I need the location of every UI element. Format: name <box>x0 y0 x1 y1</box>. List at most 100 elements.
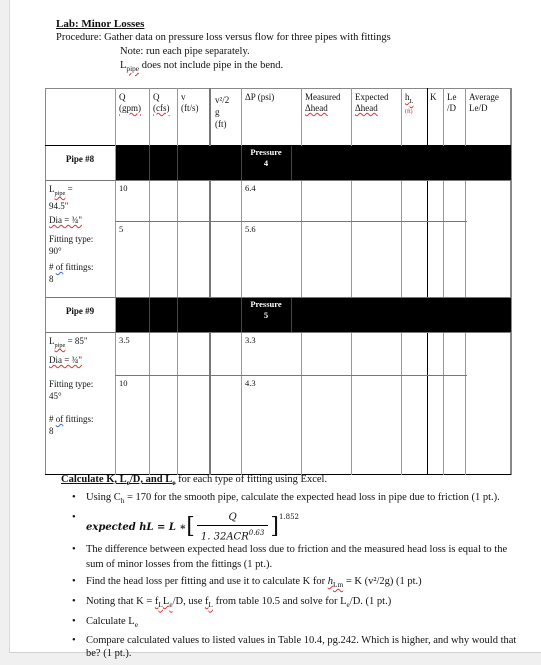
pipe8-row1-q-gpm: 10 <box>119 183 128 193</box>
pipe9-pressure: Pressure 5 <box>241 299 291 321</box>
b1-b: = 170 for the smooth pipe, calculate the… <box>124 492 500 503</box>
header-v2g-g: g <box>215 107 220 117</box>
bullet-le-d: Noting that K = fLLe/D, use fL from tabl… <box>72 594 526 612</box>
pipe8-row2-q-gpm: 5 <box>119 224 124 234</box>
formula-left: expected hL = L ∗ <box>86 521 187 533</box>
pipe9-row-divider <box>115 375 467 376</box>
header-expected-top: Expected <box>355 92 389 102</box>
bullet-difference: The difference between expected head los… <box>72 542 526 572</box>
header-v-symbol: v <box>181 92 186 102</box>
bullet-find-k: Find the head loss per fitting and use i… <box>72 574 526 592</box>
header-average-sub: Le/D <box>469 103 488 113</box>
b6-sub: e <box>134 620 138 630</box>
pipe9-fitting-value: 45° <box>49 391 62 401</box>
b1-a: Using C <box>86 492 121 503</box>
header-delta-p: ΔP (psi) <box>245 92 275 102</box>
b5-d: /D. (1 pt.) <box>349 596 392 608</box>
pipe8-band-bottom <box>45 180 511 181</box>
document-title: Lab: Minor Losses <box>56 18 145 30</box>
header-velocity-head: v²/2 g (ft) <box>215 94 229 130</box>
pipe8-pressure-label: Pressure <box>250 147 282 157</box>
note-pipe-length: Lpipe does not include pipe in the bend. <box>120 60 283 73</box>
pipe8-L-sub: pipe <box>54 189 66 197</box>
bullet-calculate-le: Calculate Le <box>72 614 526 632</box>
pipe9-length: Lpipe = 85" <box>49 335 88 352</box>
band-line <box>149 146 150 180</box>
header-d: /D <box>447 103 456 113</box>
header-measured-head: Measured Δhead <box>305 92 341 114</box>
pipe8-fitting-value: 90° <box>49 246 62 256</box>
note-run-separately: Note: run each pipe separately. <box>120 46 250 57</box>
pipe8-header-band <box>116 146 511 180</box>
header-q-cfs: Q (cfs) <box>153 92 170 114</box>
calc-heading: Calculate K, Le/D, and Le for each type … <box>61 474 327 487</box>
header-q-cfs-symbol: Q <box>153 92 160 102</box>
header-le-d: Le/D <box>447 92 457 114</box>
header-q-gpm: Q (gpm) <box>119 92 141 114</box>
header-velocity: v (ft/s) <box>181 92 199 114</box>
formula-fraction: Q 1. 32ACR0.63 <box>196 510 269 544</box>
pipe9-fitting-count: # of fittings: 8 <box>49 413 94 437</box>
pipe9-count-hash: # <box>49 414 56 424</box>
pipe9-dia-text: Dia = ¾" <box>49 355 82 365</box>
header-measured-bottom: Δhead <box>305 103 328 113</box>
pipe8-L-value: 94.5" <box>49 200 69 211</box>
header-expected-head: Expected Δhead <box>355 92 388 114</box>
calc-heading-underlined: Calculate K, Le/D, and Le <box>61 474 175 487</box>
header-v2g-unit: (ft) <box>215 119 227 129</box>
pipe8-count-label: fittings: <box>63 262 94 272</box>
formula-den-text: 1. 32ACR <box>200 531 249 543</box>
band-line <box>177 298 178 332</box>
pipe9-pressure-label: Pressure <box>250 299 282 309</box>
procedure-text: Procedure: Gather data on pressure loss … <box>56 32 391 43</box>
pipe8-count-hash: # <box>49 262 56 272</box>
b4-a: Find the head loss per fitting and use i… <box>86 576 328 588</box>
table-border-left <box>45 88 46 475</box>
bullet-expected-head-loss: Using Ch = 170 for the smooth pipe, calc… <box>72 490 526 508</box>
bracket-left: [ <box>186 514 195 540</box>
header-hl-sub: L <box>409 97 414 105</box>
pipe8-pressure: Pressure 4 <box>241 147 291 169</box>
pipe8-dia-text: Dia = ¾" <box>49 215 82 225</box>
band-line <box>177 146 178 180</box>
b5-b: /D, use <box>172 596 205 608</box>
band-line <box>149 298 150 332</box>
pipe9-fitting-label: Fitting type: <box>49 379 94 389</box>
pipe8-pressure-value: 4 <box>263 158 269 168</box>
band-line <box>291 146 292 180</box>
bracket-right: ] <box>270 514 279 540</box>
pipe9-pressure-value: 5 <box>263 310 269 320</box>
header-hl: hL (ft) <box>405 92 413 118</box>
note-sub: pipe <box>126 64 140 74</box>
pipe9-row1-q-gpm: 3.5 <box>119 335 130 345</box>
b4-sub: Lm <box>332 580 344 590</box>
pipe8-fitting-type: Fitting type: 90° <box>49 233 93 257</box>
pipe9-count-label: fittings: <box>63 414 94 424</box>
band-line <box>291 298 292 332</box>
header-q-gpm-unit: (gpm) <box>119 103 141 113</box>
header-q-cfs-unit: (cfs) <box>153 103 170 113</box>
pipe9-diameter: Dia = ¾" <box>49 354 82 366</box>
document-page: Lab: Minor Losses Procedure: Gather data… <box>9 0 541 659</box>
pipe9-band-bottom <box>45 332 511 333</box>
pipe8-label: Pipe #8 <box>65 154 95 164</box>
note-rest: does not include pipe in the bend. <box>139 60 284 71</box>
calc-heading-rest: for each type of fitting using Excel. <box>175 474 328 485</box>
header-average: Average <box>469 92 499 102</box>
pipe9-L-sub: pipe <box>54 341 66 349</box>
pipe9-row2-delta-p: 4.3 <box>245 378 256 388</box>
pipe8-length: Lpipe = 94.5" <box>49 183 73 212</box>
pipe9-row1-delta-p: 3.3 <box>245 335 256 345</box>
formula-exponent: 1.852 <box>278 513 299 522</box>
pipe8-row1-delta-p: 6.4 <box>245 183 256 193</box>
calc-h2: /D, and L <box>129 474 173 485</box>
bullet-formula: expected hL = L ∗ [ Q 1. 32ACR0.63 ] 1.8… <box>72 510 526 542</box>
pipe9-row2-q-gpm: 10 <box>119 378 128 388</box>
pipe9-count-value: 8 <box>49 426 54 436</box>
pipe8-row-divider <box>115 221 467 222</box>
pipe9-header-band <box>116 298 511 332</box>
pipe8-count-value: 8 <box>49 274 54 284</box>
b5-a: Noting that K = <box>86 596 155 608</box>
header-hl-unit: (ft) <box>405 108 413 115</box>
pipe8-fitting-label: Fitting type: <box>49 234 94 244</box>
